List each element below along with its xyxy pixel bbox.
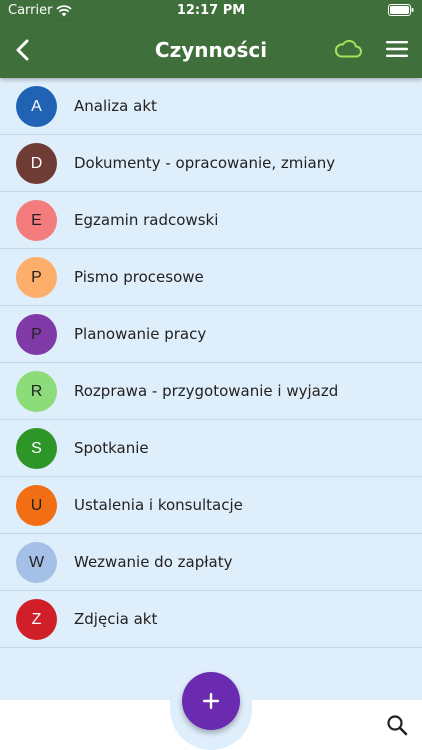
avatar: S — [16, 428, 57, 469]
list-item[interactable]: P Planowanie pracy — [0, 306, 422, 363]
list-item-label: Pismo procesowe — [74, 268, 204, 286]
avatar: E — [16, 200, 57, 241]
list-item[interactable]: Z Zdjęcia akt — [0, 591, 422, 648]
list-item-label: Egzamin radcowski — [74, 211, 219, 229]
list-item-label: Planowanie pracy — [74, 325, 207, 343]
avatar: R — [16, 371, 57, 412]
list-item-label: Ustalenia i konsultacje — [74, 496, 243, 514]
search-icon[interactable] — [386, 714, 408, 736]
list-item-label: Spotkanie — [74, 439, 149, 457]
avatar: A — [16, 86, 57, 127]
list-item[interactable]: S Spotkanie — [0, 420, 422, 477]
avatar: Z — [16, 599, 57, 640]
activity-list: A Analiza akt D Dokumenty - opracowanie, zm… — [0, 78, 422, 648]
status-bar: Carrier 12:17 PM — [0, 0, 422, 22]
list-item-label: Rozprawa - przygotowanie i wyjazd — [74, 382, 339, 400]
battery-icon — [388, 4, 414, 16]
list-item[interactable]: W Wezwanie do zapłaty — [0, 534, 422, 591]
list-item[interactable]: D Dokumenty - opracowanie, zmiany — [0, 135, 422, 192]
avatar: U — [16, 485, 57, 526]
list-item[interactable]: R Rozprawa - przygotowanie i wyjazd — [0, 363, 422, 420]
list-item[interactable]: E Egzamin radcowski — [0, 192, 422, 249]
cloud-icon[interactable] — [333, 38, 363, 60]
status-time: 12:17 PM — [176, 3, 246, 18]
avatar: P — [16, 314, 57, 355]
avatar: W — [16, 542, 57, 583]
list-item[interactable]: U Ustalenia i konsultacje — [0, 477, 422, 534]
list-item-label: Dokumenty - opracowanie, zmiany — [74, 154, 336, 172]
list-item-label: Wezwanie do zapłaty — [74, 553, 233, 571]
list-item-label: Zdjęcia akt — [74, 610, 158, 628]
avatar: P — [16, 257, 57, 298]
list-item[interactable]: P Pismo procesowe — [0, 249, 422, 306]
navigation-bar: Czynności — [0, 22, 422, 78]
list-item[interactable]: A Analiza akt — [0, 78, 422, 135]
plus-icon — [203, 693, 219, 709]
add-button[interactable] — [182, 672, 240, 730]
hamburger-menu-icon[interactable] — [386, 39, 408, 59]
avatar: D — [16, 143, 57, 184]
list-item-label: Analiza akt — [74, 97, 157, 115]
